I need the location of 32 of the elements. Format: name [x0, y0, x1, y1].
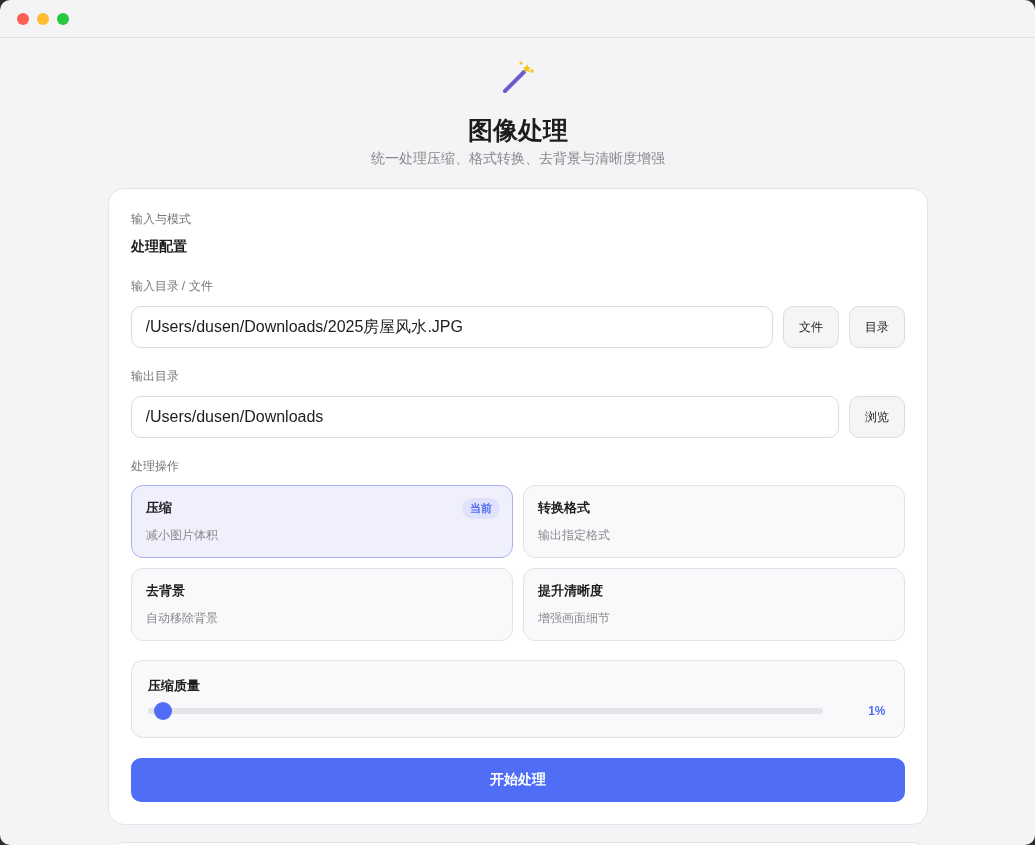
- field-label: 处理操作: [130, 458, 180, 475]
- quality-reading: 1%: [867, 704, 887, 718]
- option-title: 转换格式: [537, 499, 590, 517]
- output-path-field[interactable]: /Users/dusen/Downloads: [130, 396, 839, 438]
- window-close-button[interactable]: [17, 12, 29, 25]
- browse-button[interactable]: 文件: [782, 306, 839, 348]
- operation-option[interactable]: 转换格式 输出指定格式: [522, 485, 905, 558]
- option-title: 压缩: [145, 499, 172, 517]
- field-label: 输入目录 / 文件: [130, 278, 214, 295]
- option-title: 去背景: [145, 582, 185, 600]
- field-label: 输出目录: [130, 368, 180, 385]
- browse-button[interactable]: 目录: [848, 306, 905, 348]
- card-title: 处理配置: [130, 238, 188, 256]
- current-badge: 当前: [461, 497, 500, 519]
- option-description: 自动移除背景: [145, 610, 219, 627]
- option-description: 减小图片体积: [145, 527, 219, 544]
- option-description: 输出指定格式: [537, 527, 611, 544]
- start-button[interactable]: 开始处理: [130, 758, 905, 802]
- operation-option[interactable]: 去背景 自动移除背景: [130, 568, 513, 641]
- operation-option[interactable]: 压缩 当前 减小图片体积: [130, 485, 513, 558]
- window-minimize-button[interactable]: [37, 12, 49, 25]
- input-path-field[interactable]: /Users/dusen/Downloads/2025房屋风水.JPG: [130, 306, 773, 348]
- window-zoom-button[interactable]: [57, 12, 69, 25]
- page-subtitle: 统一处理压缩、格式转换、去背景与清晰度增强: [370, 150, 665, 168]
- option-description: 增强画面细节: [537, 610, 611, 627]
- quality-label: 压缩质量: [147, 677, 201, 695]
- browse-button[interactable]: 浏览: [848, 396, 905, 438]
- page-title: 图像处理: [467, 115, 568, 146]
- operation-option[interactable]: 提升清晰度 增强画面细节: [522, 568, 905, 641]
- option-title: 提升清晰度: [537, 582, 603, 600]
- section-eyebrow: 输入与模式: [130, 211, 192, 228]
- slider-thumb[interactable]: [154, 702, 173, 720]
